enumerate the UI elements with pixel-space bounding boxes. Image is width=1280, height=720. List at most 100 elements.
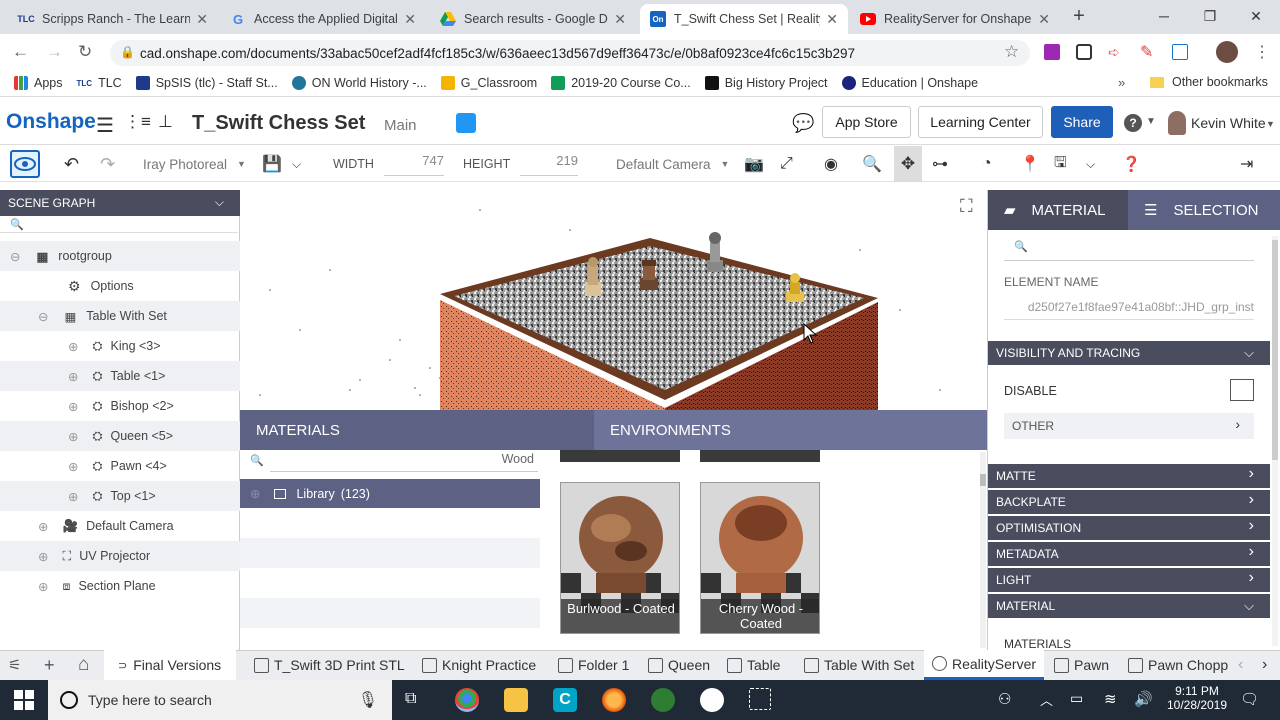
render-viewport[interactable]: ⛶ (240, 190, 987, 410)
chevron-up-icon[interactable]: ︿ (1040, 690, 1053, 709)
user-avatar[interactable] (1168, 111, 1186, 135)
tab-selection[interactable]: ☰ SELECTION (1128, 190, 1280, 230)
collapse-icon[interactable]: ⊖ (10, 249, 20, 264)
tab-t-swift-3d-print-stl[interactable]: T_Swift 3D Print STL (254, 650, 405, 680)
swatch-cherry-wood[interactable]: Cherry Wood - Coated (700, 482, 820, 634)
wifi-icon[interactable]: ≋ (1104, 690, 1117, 708)
extension-icon[interactable] (1076, 44, 1092, 60)
add-tab-icon[interactable]: + (44, 650, 55, 680)
height-input[interactable]: 219 (520, 146, 578, 176)
tab-table[interactable]: Table (727, 650, 780, 680)
expand-icon[interactable]: ⊕ (68, 339, 78, 354)
exit-icon[interactable]: ⇥ (1240, 146, 1253, 182)
realityserver-eye-icon[interactable] (10, 150, 40, 178)
library-row[interactable]: ⊕ Library (123) (240, 479, 540, 508)
element-name-value[interactable]: d250f27e1f8fae97e41a08bf::JHD_grp_inst (1004, 292, 1254, 320)
chevron-right-icon[interactable]: › (1262, 650, 1267, 680)
help-doc-icon[interactable]: ❓ (1122, 146, 1141, 182)
back-icon[interactable]: ← (12, 42, 29, 62)
tab-queen[interactable]: Queen (648, 650, 710, 680)
menu-icon[interactable]: ☰ (96, 113, 114, 138)
scene-graph-header[interactable]: SCENE GRAPH ⌵ (0, 190, 240, 216)
close-icon[interactable]: ✕ (196, 11, 208, 28)
snipping-tool-icon[interactable] (749, 688, 771, 710)
other-row[interactable]: OTHER › (1004, 413, 1254, 439)
other-bookmarks[interactable]: Other bookmarks (1150, 75, 1268, 89)
expand-icon[interactable]: ⊕ (68, 369, 78, 384)
home-icon[interactable]: ⌂ (78, 650, 89, 680)
tab-table-with-set[interactable]: Table With Set (804, 650, 914, 680)
tab-realityserver-active[interactable]: RealityServer (924, 650, 1045, 680)
section-material[interactable]: MATERIAL ⌵ (988, 594, 1270, 618)
expand-icon[interactable]: ⊕ (38, 549, 48, 564)
bookmark-classroom[interactable]: G_Classroom (440, 76, 537, 90)
file-explorer-icon[interactable] (504, 688, 528, 712)
camera-icon[interactable]: 📷 (744, 146, 764, 182)
graduation-cap-icon[interactable] (456, 113, 476, 133)
close-icon[interactable]: ✕ (826, 11, 838, 28)
tab-materials[interactable]: MATERIALS (256, 422, 340, 439)
section-metadata[interactable]: METADATA › (988, 542, 1270, 566)
browser-tab-5[interactable]: RealityServer for Onshape - ✕ (850, 4, 1060, 34)
chevron-down-icon[interactable]: ▼ (1266, 119, 1275, 129)
extension-icon[interactable] (1172, 44, 1188, 60)
reload-icon[interactable]: ↻ (78, 42, 92, 62)
document-title[interactable]: T_Swift Chess Set (192, 112, 365, 135)
restore-button[interactable]: ❐ (1187, 0, 1233, 32)
expand-icon[interactable]: ⊕ (68, 489, 78, 504)
share-button[interactable]: Share (1051, 106, 1113, 138)
tree-item-section-plane[interactable]: ⊕ ⧈ Section Plane (0, 571, 240, 601)
taskbar-search[interactable]: Type here to search 🎙 (48, 680, 392, 720)
expand-icon[interactable]: ⊕ (38, 519, 48, 534)
tree-item-rootgroup[interactable]: ⊖ ▦ rootgroup (0, 241, 240, 271)
classroom-app-icon[interactable]: C (553, 688, 577, 712)
expand-icon[interactable]: ⊕ (68, 429, 78, 444)
chevron-left-icon[interactable]: ‹ (1238, 650, 1243, 680)
expand-icon[interactable]: ⊕ (68, 399, 78, 414)
profile-avatar[interactable] (1216, 41, 1238, 63)
fit-view-icon[interactable]: ⤢ (780, 146, 793, 182)
bookmark-world-history[interactable]: ON World History -... (291, 76, 427, 90)
chrome-icon[interactable] (455, 688, 479, 712)
tree-item-default-camera[interactable]: ⊕ 🎥 Default Camera (0, 511, 240, 541)
collapse-icon[interactable]: ⊖ (38, 309, 48, 324)
fullscreen-icon[interactable]: ⛶ (960, 196, 973, 217)
tree-item-top[interactable]: ⊕ ⛭ Top <1> (0, 481, 240, 511)
tab-knight-practice[interactable]: Knight Practice (422, 650, 536, 680)
properties-scroll-thumb[interactable] (1272, 240, 1278, 460)
volume-icon[interactable]: 🔊 (1134, 690, 1153, 708)
camera-select[interactable]: Default Camera ▼ (616, 146, 729, 182)
browser-tab-4-active[interactable]: On T_Swift Chess Set | RealitySe ✕ (640, 4, 848, 34)
undo-icon[interactable]: ↶ (64, 146, 79, 182)
insert-icon[interactable]: ⊥ (158, 112, 173, 132)
tab-pawn[interactable]: Pawn (1054, 650, 1109, 680)
tree-item-queen[interactable]: ⊕ ⛭ Queen <5> (0, 421, 240, 451)
app-icon[interactable] (651, 688, 675, 712)
save-icon[interactable]: 💾 (262, 146, 282, 182)
tab-environments[interactable]: ENVIRONMENTS (610, 422, 731, 439)
section-visibility[interactable]: VISIBILITY AND TRACING ⌵ (988, 341, 1270, 365)
pin-icon[interactable]: 📍 (1020, 146, 1040, 182)
notifications-icon[interactable]: 🗨 (1240, 690, 1259, 708)
tab-folder-1[interactable]: Folder 1 (558, 650, 629, 680)
bookmark-tlc[interactable]: TLC TLC (77, 76, 122, 90)
section-optimisation[interactable]: OPTIMISATION › (988, 516, 1270, 540)
forward-icon[interactable]: → (46, 42, 63, 62)
people-icon[interactable]: ⚇ (998, 690, 1011, 708)
extension-icon[interactable] (1044, 44, 1060, 60)
bookmark-star-icon[interactable]: ☆ (1004, 42, 1019, 62)
disable-checkbox[interactable] (1230, 379, 1254, 401)
microphone-icon[interactable]: 🎙 (358, 690, 378, 710)
bookmark-course[interactable]: 2019-20 Course Co... (551, 76, 691, 90)
close-icon[interactable]: ✕ (404, 11, 416, 28)
app-icon[interactable] (700, 688, 724, 712)
tree-item-options[interactable]: ⚙ Options (0, 271, 240, 301)
comment-icon[interactable]: 💬 (792, 113, 814, 134)
minimize-button[interactable]: ─ (1141, 0, 1187, 32)
expand-icon[interactable]: ⊕ (68, 459, 78, 474)
user-name[interactable]: Kevin White (1191, 115, 1266, 131)
tree-item-table-with-set[interactable]: ⊖ ▦ Table With Set (0, 301, 240, 331)
material-search-input[interactable]: Wood (270, 450, 538, 472)
browser-menu-icon[interactable]: ⋮ (1254, 42, 1270, 62)
swatch-burlwood[interactable]: Burlwood - Coated (560, 482, 680, 634)
